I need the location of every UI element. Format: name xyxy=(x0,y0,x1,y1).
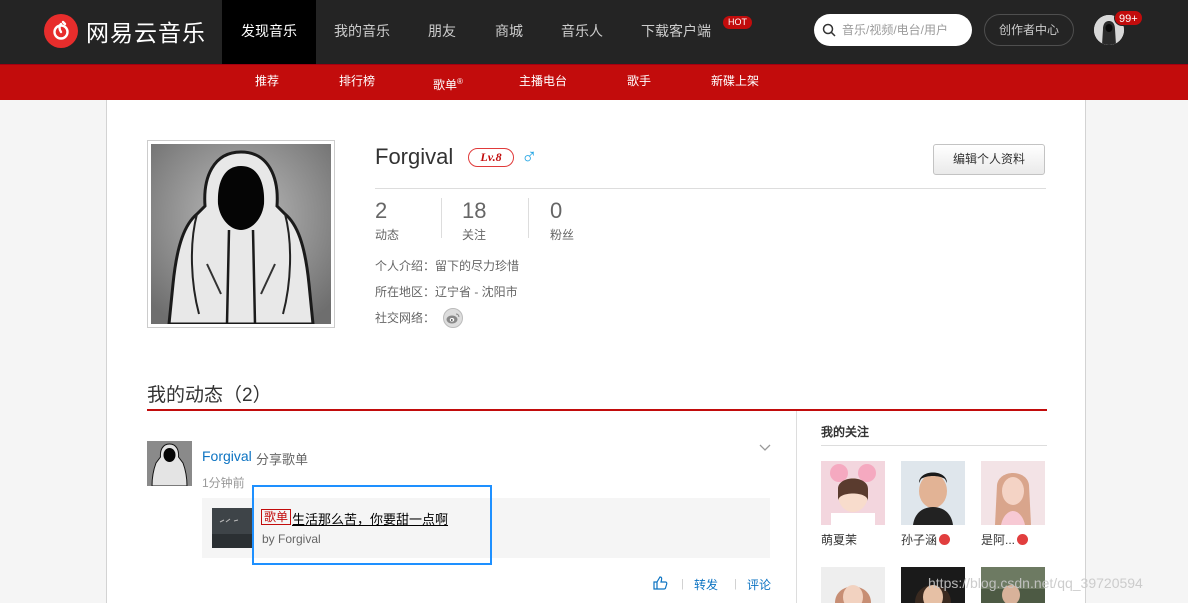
like-icon[interactable] xyxy=(652,575,668,591)
nav-friends[interactable]: 朋友 xyxy=(408,0,476,64)
message-count-badge: 99+ xyxy=(1114,10,1143,26)
intro-label: 个人介绍： xyxy=(375,259,436,273)
profile-intro: 个人介绍：留下的尽力珍惜 xyxy=(375,257,519,274)
user-name-text: 孙子涵 xyxy=(901,533,938,547)
forward-button[interactable]: 转发 xyxy=(694,576,718,593)
creator-center-button[interactable]: 创作者中心 xyxy=(984,14,1074,46)
subnav-label: 主播电台 xyxy=(519,74,568,88)
following-section-title: 我的关注 xyxy=(821,425,870,439)
subnav-artists[interactable]: 歌手 xyxy=(627,65,651,100)
profile-username: Forgival xyxy=(375,144,454,169)
divider xyxy=(528,198,529,238)
subnav-recommend[interactable]: 推荐 xyxy=(255,65,279,100)
user-name-text: 是阿... xyxy=(981,533,1016,547)
profile-avatar xyxy=(147,140,335,328)
subnav-label: 排行榜 xyxy=(339,74,376,88)
followed-user-name[interactable]: 萌夏茉 xyxy=(821,531,857,548)
stat-events[interactable]: 2 动态 xyxy=(375,198,399,243)
musician-badge-icon xyxy=(939,534,951,545)
subnav-label: 歌手 xyxy=(627,74,652,88)
followed-user-avatar[interactable] xyxy=(901,461,965,525)
brand-name: 网易云音乐 xyxy=(86,20,206,46)
subnav-label: 推荐 xyxy=(255,74,280,88)
edit-profile-button[interactable]: 编辑个人资料 xyxy=(933,144,1045,175)
followed-user-name[interactable]: 孙子涵 xyxy=(901,531,951,548)
search-input[interactable] xyxy=(842,23,962,37)
region-value: 辽宁省 - 沈阳市 xyxy=(435,285,518,299)
male-gender-icon: ♂ xyxy=(521,144,538,169)
column-divider xyxy=(796,411,797,603)
region-label: 所在地区： xyxy=(375,285,436,299)
profile-panel: Forgival Lv.8 ♂ 编辑个人资料 2 动态 18 关注 0 粉丝 个… xyxy=(106,100,1086,603)
followed-user-avatar[interactable] xyxy=(821,461,885,525)
subnav-label: 新碟上架 xyxy=(711,74,760,88)
nav-my-music[interactable]: 我的音乐 xyxy=(316,0,408,64)
subnav-label: 歌单 xyxy=(433,78,458,92)
followed-user-avatar[interactable] xyxy=(821,567,885,603)
nav-musician[interactable]: 音乐人 xyxy=(542,0,622,64)
search-icon xyxy=(822,23,836,37)
divider xyxy=(821,445,1047,446)
stat-following[interactable]: 18 关注 xyxy=(462,198,486,243)
followed-user-name[interactable]: 是阿... xyxy=(981,531,1029,548)
comment-button[interactable]: 评论 xyxy=(747,576,771,593)
stat-value: 0 xyxy=(550,198,563,223)
subnav-radio[interactable]: 主播电台 xyxy=(519,65,567,100)
feed-user-avatar[interactable] xyxy=(147,441,192,486)
watermark-text: https://blog.csdn.net/qq_39720594 xyxy=(928,575,1143,591)
stat-value: 2 xyxy=(375,198,388,223)
selection-highlight-box xyxy=(252,485,492,565)
profile-social: 社交网络： xyxy=(375,309,435,326)
social-label: 社交网络： xyxy=(375,311,436,325)
sub-nav-bar: 推荐 排行榜 歌单® 主播电台 歌手 新碟上架 xyxy=(0,64,1188,100)
action-separator: | xyxy=(681,578,684,590)
playlist-cover[interactable] xyxy=(212,508,252,548)
feed-timestamp: 1分钟前 xyxy=(202,476,245,490)
subnav-charts[interactable]: 排行榜 xyxy=(339,65,375,100)
nav-discover-music[interactable]: 发现音乐 xyxy=(222,0,316,64)
stat-fans[interactable]: 0 粉丝 xyxy=(550,198,574,243)
subnav-playlists[interactable]: 歌单® xyxy=(433,65,463,100)
netease-music-logo-icon xyxy=(44,14,78,48)
subnav-new-albums[interactable]: 新碟上架 xyxy=(711,65,759,100)
divider xyxy=(375,188,1046,189)
feed-action-text: 分享歌单 xyxy=(256,452,309,467)
stat-label: 动态 xyxy=(375,228,400,242)
action-separator: | xyxy=(734,578,737,590)
stat-label: 粉丝 xyxy=(550,228,575,242)
profile-region: 所在地区：辽宁省 - 沈阳市 xyxy=(375,283,518,300)
section-divider xyxy=(147,409,1047,411)
stat-value: 18 xyxy=(462,198,487,223)
followed-user-avatar[interactable] xyxy=(981,461,1045,525)
chevron-down-icon[interactable] xyxy=(757,440,773,456)
stat-label: 关注 xyxy=(462,228,487,242)
top-nav-bar: 网易云音乐 发现音乐 我的音乐 朋友 商城 音乐人 下载客户端 HOT 创作者中… xyxy=(0,0,1188,64)
hot-badge: HOT xyxy=(723,16,752,29)
registered-mark: ® xyxy=(457,77,463,86)
musician-badge-icon xyxy=(1017,534,1029,545)
feed-username-link[interactable]: Forgival xyxy=(202,448,252,464)
divider xyxy=(441,198,442,238)
level-badge: Lv.8 xyxy=(468,148,514,167)
weibo-icon[interactable] xyxy=(443,308,463,328)
intro-value: 留下的尽力珍惜 xyxy=(435,259,520,273)
nav-download-client[interactable]: 下载客户端 xyxy=(622,0,730,64)
feed-section-title: 我的动态（2） xyxy=(147,385,272,406)
nav-mall[interactable]: 商城 xyxy=(476,0,542,64)
logo[interactable]: 网易云音乐 xyxy=(44,14,206,48)
search-box[interactable] xyxy=(814,14,972,46)
